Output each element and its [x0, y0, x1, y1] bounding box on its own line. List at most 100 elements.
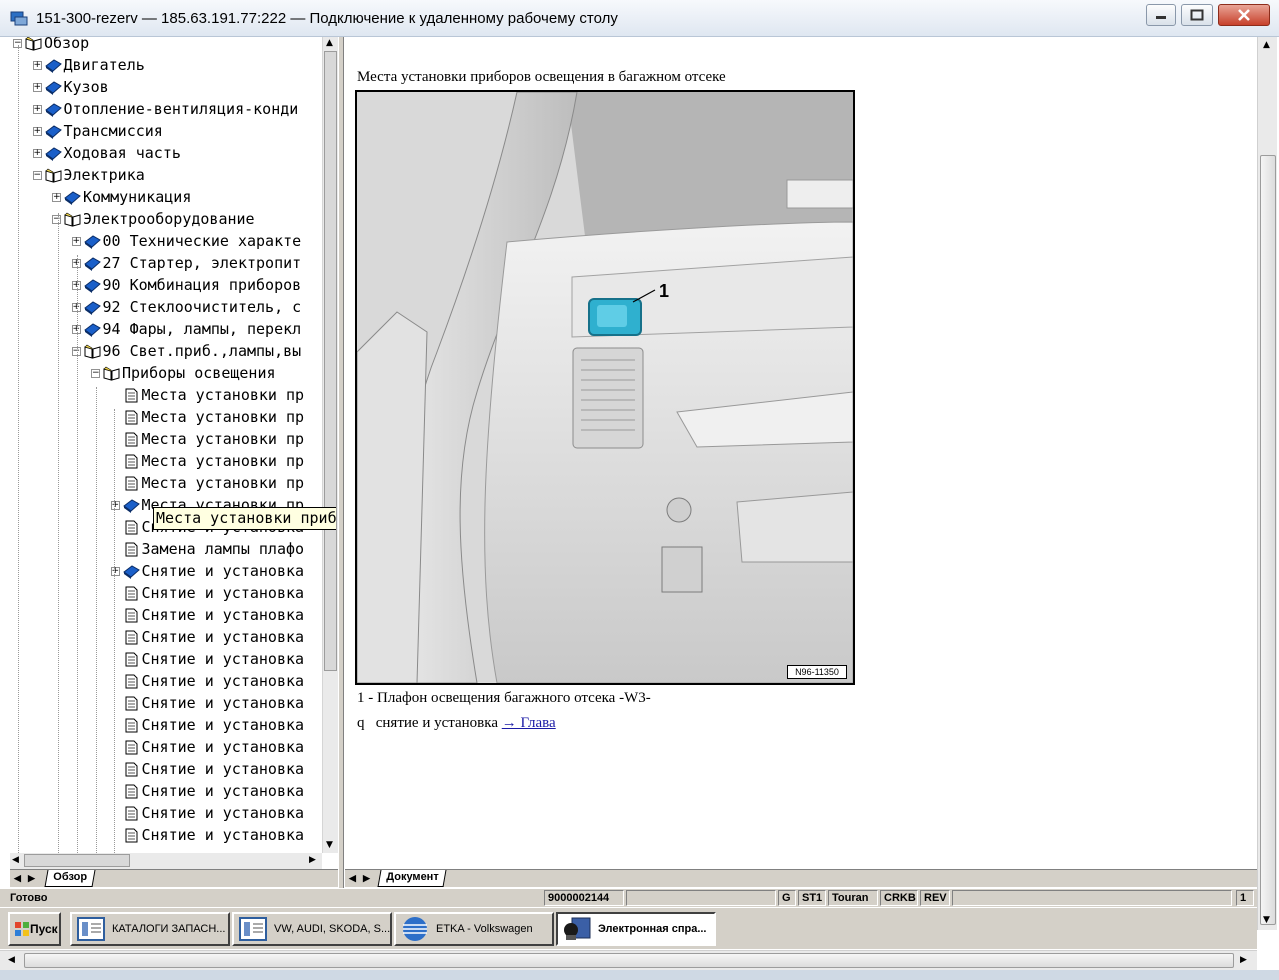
outer-scroll-left-icon[interactable]: ◀: [8, 955, 15, 965]
document-vertical-thumb[interactable]: [1260, 155, 1276, 925]
tree-node[interactable]: Места установки пр: [111, 450, 304, 472]
tree-node[interactable]: + Кузов: [32, 76, 109, 98]
doc-tab-prev-icon[interactable]: ◀: [349, 873, 356, 884]
scroll-down-icon[interactable]: ▼: [326, 840, 333, 850]
maximize-button[interactable]: [1181, 4, 1213, 26]
tree-node[interactable]: Снятие и установка: [111, 802, 304, 824]
tree-node[interactable]: +92 Стеклоочиститель, с: [71, 296, 301, 318]
tree-node-label: Снятие и установка: [141, 826, 305, 844]
tree-node[interactable]: Снятие и установка: [111, 824, 305, 846]
tree-node[interactable]: Замена лампы плафо: [111, 538, 304, 560]
outer-scroll-right-icon[interactable]: ▶: [1240, 955, 1247, 965]
expand-icon[interactable]: +: [32, 148, 42, 158]
tree-node[interactable]: + Двигатель: [32, 54, 145, 76]
outer-horizontal-scrollbar[interactable]: ◀ ▶: [0, 950, 1257, 970]
expand-icon[interactable]: +: [71, 258, 81, 268]
tree-vertical-scrollbar[interactable]: ▲ ▼: [322, 37, 338, 853]
tree-node[interactable]: + Трансмиссия: [32, 120, 163, 142]
scroll-right-icon[interactable]: ▶: [309, 855, 316, 865]
tab-prev-icon[interactable]: ◀: [14, 873, 21, 884]
tree-node[interactable]: Снятие и установка: [111, 604, 304, 626]
panel-splitter[interactable]: [338, 37, 344, 888]
figure-code: N96-11350: [787, 665, 847, 679]
tree-node[interactable]: − Обзор: [13, 37, 89, 54]
start-button[interactable]: Пуск: [8, 912, 61, 946]
tree-node[interactable]: Места установки пр: [111, 428, 304, 450]
tree-node[interactable]: − Электрика: [32, 164, 145, 186]
collapse-icon[interactable]: −: [52, 214, 61, 224]
expand-icon[interactable]: +: [32, 82, 42, 92]
page-icon: [123, 630, 140, 645]
tree-node[interactable]: + Коммуникация: [52, 186, 191, 208]
tree-node[interactable]: Места установки пр: [111, 384, 304, 406]
tree-node[interactable]: +90 Комбинация приборов: [71, 274, 301, 296]
navigation-tree[interactable]: − Обзор + Двигатель + Кузов + Отопление-вентиля…: [10, 37, 336, 871]
doc-tab-next-icon[interactable]: ▶: [363, 873, 370, 884]
expand-icon[interactable]: +: [71, 324, 81, 334]
expand-icon[interactable]: +: [71, 302, 81, 312]
window-title-bar[interactable]: 151-300-rezerv — 185.63.191.77:222 — Под…: [0, 0, 1279, 37]
tree-node[interactable]: − 96 Свет.приб.,лампы,вы: [71, 340, 301, 362]
tree-node[interactable]: Снятие и установка: [111, 692, 305, 714]
tab-document[interactable]: Документ: [377, 870, 447, 887]
tree-node[interactable]: +00 Технические характе: [71, 230, 301, 252]
window-title: 151-300-rezerv — 185.63.191.77:222 — Под…: [36, 10, 618, 27]
tree-node[interactable]: +94 Фары, лампы, перекл: [71, 318, 301, 340]
tree-node[interactable]: Снятие и установка: [111, 780, 304, 802]
expand-icon[interactable]: +: [110, 566, 120, 576]
outer-horizontal-thumb[interactable]: [24, 953, 1234, 968]
tree-node[interactable]: Снятие и установка: [111, 626, 304, 648]
tree-node[interactable]: Места установки пр: [111, 472, 304, 494]
doc-scroll-up-icon[interactable]: ▲: [1263, 40, 1270, 50]
chapter-link[interactable]: → Глава: [502, 715, 556, 731]
tree-node[interactable]: Места установки пр: [111, 406, 304, 428]
tree-guide-line: [58, 213, 59, 853]
doc-scroll-down-icon[interactable]: ▼: [1263, 915, 1270, 925]
expand-icon[interactable]: +: [71, 236, 81, 246]
collapse-icon[interactable]: −: [71, 346, 81, 356]
expand-icon[interactable]: +: [32, 104, 42, 114]
tree-horizontal-thumb[interactable]: [24, 854, 130, 867]
task-etka[interactable]: ETKA - Volkswagen: [394, 912, 554, 946]
expand-icon[interactable]: +: [32, 60, 42, 70]
task-electronic-help[interactable]: Электронная спра...: [556, 912, 716, 946]
minimize-button[interactable]: [1146, 4, 1176, 26]
expand-icon[interactable]: +: [110, 500, 120, 510]
close-icon: [1238, 9, 1250, 21]
tree-node[interactable]: + Отопление-вентиляция-конди: [32, 98, 298, 120]
page-icon: [123, 476, 140, 491]
tree-node[interactable]: +27 Стартер, электропит: [71, 252, 301, 274]
expand-icon[interactable]: +: [32, 126, 42, 136]
tree-vertical-thumb[interactable]: [324, 51, 337, 671]
tree-node[interactable]: Снятие и установка: [111, 670, 304, 692]
tree-node[interactable]: Снятие и установка: [111, 648, 304, 670]
tree-node[interactable]: Снятие и установка: [111, 758, 304, 780]
tree-node[interactable]: Снятие и установка: [111, 736, 304, 758]
tab-overview[interactable]: Обзор: [44, 870, 96, 887]
tree-node[interactable]: − Приборы освещения: [91, 362, 276, 384]
tree-node[interactable]: Снятие и установка: [111, 582, 304, 604]
tree-node[interactable]: + Снятие и установка: [110, 560, 304, 582]
collapse-icon[interactable]: −: [91, 368, 100, 378]
tree-tab-row: ◀ ▶ Обзор: [10, 869, 338, 887]
tree-node[interactable]: + Ходовая часть: [32, 142, 181, 164]
document-vertical-scrollbar[interactable]: ▲ ▼: [1257, 37, 1277, 930]
document-heading: Места установки приборов освещения в баг…: [357, 69, 726, 85]
task-vw-audi-skoda[interactable]: VW, AUDI, SKODA, S...: [232, 912, 392, 946]
tree-node[interactable]: Снятие и установка: [111, 714, 305, 736]
expand-icon[interactable]: +: [52, 192, 61, 202]
close-button[interactable]: [1218, 4, 1270, 26]
tree-node-label: Снятие и установка: [141, 716, 305, 734]
scroll-left-icon[interactable]: ◀: [12, 855, 19, 865]
collapse-icon[interactable]: −: [32, 170, 42, 180]
scroll-up-icon[interactable]: ▲: [326, 38, 333, 48]
tab-next-icon[interactable]: ▶: [28, 873, 35, 884]
tree-horizontal-scrollbar[interactable]: ◀ ▶: [10, 853, 322, 869]
tree-node[interactable]: − Электрооборудование: [52, 208, 255, 230]
task-catalogs[interactable]: КАТАЛОГИ ЗАПАСН...: [70, 912, 230, 946]
expand-icon[interactable]: +: [71, 280, 81, 290]
tree-node-label: Снятие и установка: [141, 694, 305, 712]
